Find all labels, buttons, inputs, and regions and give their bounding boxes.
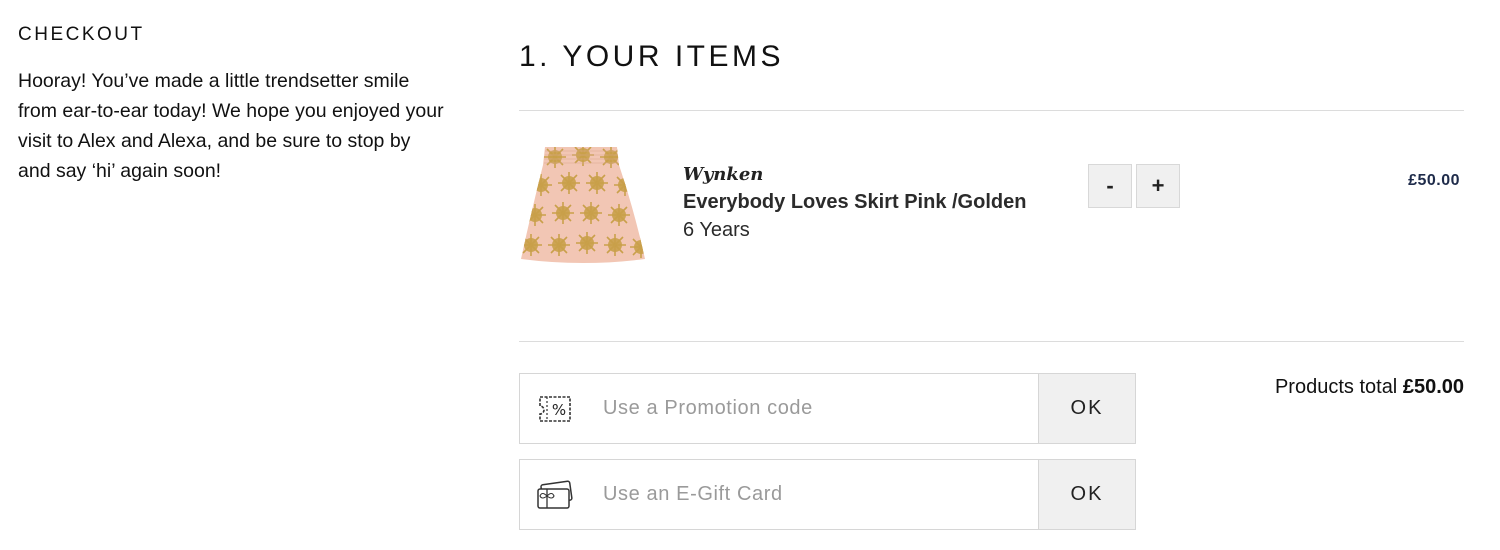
section-title: 1. YOUR ITEMS	[519, 40, 784, 73]
product-name[interactable]: Everybody Loves Skirt Pink /Golden	[683, 191, 1026, 214]
divider	[519, 110, 1464, 111]
gift-card-input[interactable]	[590, 460, 1038, 529]
product-size: 6 Years	[683, 219, 750, 241]
products-total-value: £50.00	[1402, 376, 1464, 398]
discount-ticket-icon: %	[520, 374, 590, 443]
promotion-ok-button[interactable]: OK	[1038, 374, 1135, 443]
products-total-label: Products total	[1274, 376, 1398, 398]
checkout-intro: CHECKOUT Hooray! You’ve made a little tr…	[18, 24, 448, 186]
checkout-page: CHECKOUT Hooray! You’ve made a little tr…	[0, 0, 1500, 550]
products-total: Products total £50.00	[1275, 376, 1464, 399]
promotion-code-row: % OK	[519, 373, 1136, 444]
decrease-quantity-button[interactable]: -	[1088, 164, 1132, 208]
increase-quantity-button[interactable]: +	[1136, 164, 1180, 208]
product-image[interactable]	[519, 143, 647, 267]
gift-card-icon	[520, 460, 590, 529]
item-price: £50.00	[1408, 172, 1460, 189]
gift-card-row: OK	[519, 459, 1136, 530]
svg-text:%: %	[552, 401, 566, 419]
promotion-code-input[interactable]	[590, 374, 1038, 443]
divider	[519, 341, 1464, 342]
quantity-controls: - +	[1088, 164, 1180, 208]
product-info: Wynken Everybody Loves Skirt Pink /Golde…	[683, 164, 1026, 242]
product-brand[interactable]: Wynken	[683, 164, 1026, 185]
skirt-image	[521, 147, 645, 263]
checkout-title: CHECKOUT	[18, 24, 145, 45]
gift-card-ok-button[interactable]: OK	[1038, 460, 1135, 529]
cart-item: Wynken Everybody Loves Skirt Pink /Golde…	[519, 140, 1464, 270]
checkout-message: Hooray! You’ve made a little trendsetter…	[18, 70, 444, 182]
